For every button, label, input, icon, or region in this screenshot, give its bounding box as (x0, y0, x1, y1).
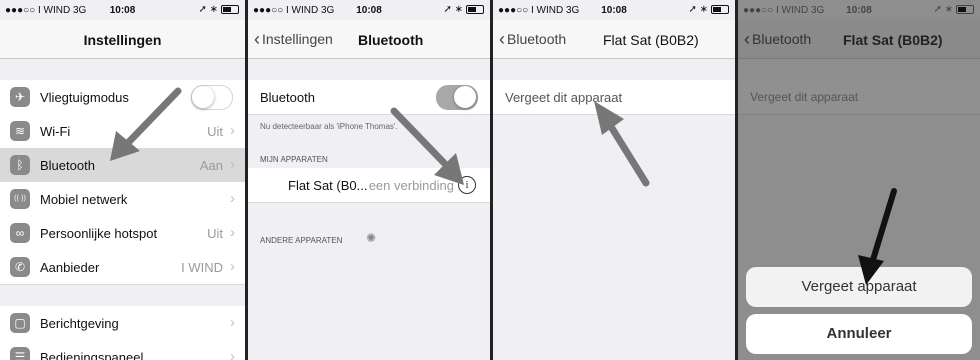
back-label: Bluetooth (752, 31, 812, 47)
status-icons: ➚ ∗ (198, 4, 239, 15)
status-icons: ➚ ∗ (688, 4, 729, 15)
settings-row-bluetooth[interactable]: ᛒ Bluetooth Aan › (0, 148, 245, 183)
location-bt-icons: ➚ ∗ (933, 4, 953, 15)
chevron-right-icon: › (230, 156, 235, 173)
forget-device-row: Vergeet dit apparaat (738, 80, 980, 115)
row-value: Aan (199, 158, 223, 173)
status-bar: ●●●○○ I WIND 3G 10:08 ➚ ∗ (248, 0, 490, 20)
bluetooth-icon: ᛒ (10, 155, 30, 175)
page-title: Instellingen (83, 32, 162, 48)
chevron-right-icon: › (230, 258, 235, 275)
spinner-icon: ✺ (366, 231, 377, 245)
device-row[interactable]: Flat Sat (B0... een verbinding i (248, 168, 490, 203)
status-icons: ➚ ∗ (443, 4, 484, 15)
row-label: Bluetooth (260, 90, 315, 105)
page-title: Flat Sat (B0B2) (843, 32, 943, 48)
settings-row-cellular[interactable]: ((·)) Mobiel netwerk › (0, 182, 245, 217)
row-label: Persoonlijke hotspot (40, 226, 158, 241)
notifications-icon: ▢ (10, 313, 30, 333)
forget-device-label: Vergeet dit apparaat (750, 90, 859, 104)
status-bar: ●●●○○ I WIND 3G 10:08 ➚ ∗ (0, 0, 245, 20)
row-value: Uit (207, 124, 223, 139)
forget-device-row[interactable]: Vergeet dit apparaat (493, 80, 735, 115)
back-button[interactable]: ‹ Instellingen (254, 29, 333, 49)
chevron-left-icon: ‹ (254, 29, 260, 49)
battery-icon (466, 5, 484, 14)
forget-confirm-screen: ●●●○○ I WIND 3G 10:08 ➚ ∗ ‹ Bluetooth Fla… (738, 0, 980, 360)
control-center-icon: ☰ (10, 347, 30, 360)
chevron-right-icon: › (230, 190, 235, 207)
section-header: MIJN APPARATEN (260, 155, 328, 164)
airplane-toggle[interactable] (191, 85, 233, 110)
settings-row-airplane[interactable]: ✈ Vliegtuigmodus (0, 80, 245, 115)
bluetooth-toggle[interactable] (436, 85, 478, 110)
back-label: Bluetooth (507, 31, 567, 47)
wifi-icon: ≋ (10, 121, 30, 141)
row-label: Vliegtuigmodus (40, 90, 129, 105)
settings-row-control-center[interactable]: ☰ Bedieningspaneel › (0, 340, 245, 360)
status-bar: ●●●○○ I WIND 3G 10:08 ➚ ∗ (738, 0, 980, 20)
airplane-icon: ✈ (10, 87, 30, 107)
nav-bar: ‹ Instellingen Bluetooth (248, 20, 490, 59)
antenna-icon: ((·)) (10, 189, 30, 209)
row-value: I WIND (181, 260, 223, 275)
device-name: Flat Sat (B0... (288, 178, 368, 193)
device-status: een verbinding (368, 178, 454, 193)
battery-icon (711, 5, 729, 14)
chevron-right-icon: › (230, 348, 235, 360)
row-label: Bluetooth (40, 158, 95, 173)
cancel-button[interactable]: Annuleer (746, 314, 972, 354)
row-label: Berichtgeving (40, 316, 119, 331)
row-label: Bedieningspaneel (40, 350, 144, 360)
device-detail-screen: ●●●○○ I WIND 3G 10:08 ➚ ∗ ‹ Bluetooth Fla… (493, 0, 735, 360)
status-bar: ●●●○○ I WIND 3G 10:08 ➚ ∗ (493, 0, 735, 20)
settings-row-carrier[interactable]: ✆ Aanbieder I WIND › (0, 250, 245, 285)
info-icon[interactable]: i (458, 176, 476, 194)
battery-icon (221, 5, 239, 14)
row-label: Wi-Fi (40, 124, 71, 139)
toggle-knob (454, 86, 476, 108)
discoverable-text: Nu detecteerbaar als 'iPhone Thomas'. (260, 122, 398, 131)
chevron-right-icon: › (230, 224, 235, 241)
settings-row-notifications[interactable]: ▢ Berichtgeving › (0, 306, 245, 341)
settings-row-wifi[interactable]: ≋ Wi-Fi Uit › (0, 114, 245, 149)
status-icons: ➚ ∗ (933, 4, 974, 15)
phone-icon: ✆ (10, 257, 30, 277)
back-button[interactable]: ‹ Bluetooth (499, 29, 567, 49)
toggle-knob (192, 86, 214, 108)
back-label: Instellingen (262, 31, 333, 47)
page-title: Bluetooth (358, 32, 424, 48)
row-value: Uit (207, 226, 223, 241)
battery-icon (956, 5, 974, 14)
page-title: Flat Sat (B0B2) (603, 32, 699, 48)
chevron-left-icon: ‹ (499, 29, 505, 49)
settings-screen: ●●●○○ I WIND 3G 10:08 ➚ ∗ Instellingen ✈… (0, 0, 245, 360)
nav-bar: ‹ Bluetooth Flat Sat (B0B2) (493, 20, 735, 59)
section-header: ANDERE APPARATEN (260, 236, 343, 245)
chevron-right-icon: › (230, 314, 235, 331)
confirm-forget-button[interactable]: Vergeet apparaat (746, 267, 972, 307)
location-bt-icons: ➚ ∗ (688, 4, 708, 15)
row-label: Mobiel netwerk (40, 192, 128, 207)
bluetooth-toggle-row: Bluetooth (248, 80, 490, 115)
chevron-left-icon: ‹ (744, 29, 750, 49)
bluetooth-screen: ●●●○○ I WIND 3G 10:08 ➚ ∗ ‹ Instellingen … (248, 0, 490, 360)
back-button[interactable]: ‹ Bluetooth (744, 29, 812, 49)
location-bt-icons: ➚ ∗ (443, 4, 463, 15)
location-bt-icons: ➚ ∗ (198, 4, 218, 15)
settings-row-hotspot[interactable]: ∞ Persoonlijke hotspot Uit › (0, 216, 245, 251)
nav-bar: ‹ Bluetooth Flat Sat (B0B2) (738, 20, 980, 59)
forget-device-label: Vergeet dit apparaat (505, 90, 623, 105)
row-label: Aanbieder (40, 260, 100, 275)
link-icon: ∞ (10, 223, 30, 243)
nav-bar: Instellingen (0, 20, 245, 59)
chevron-right-icon: › (230, 122, 235, 139)
